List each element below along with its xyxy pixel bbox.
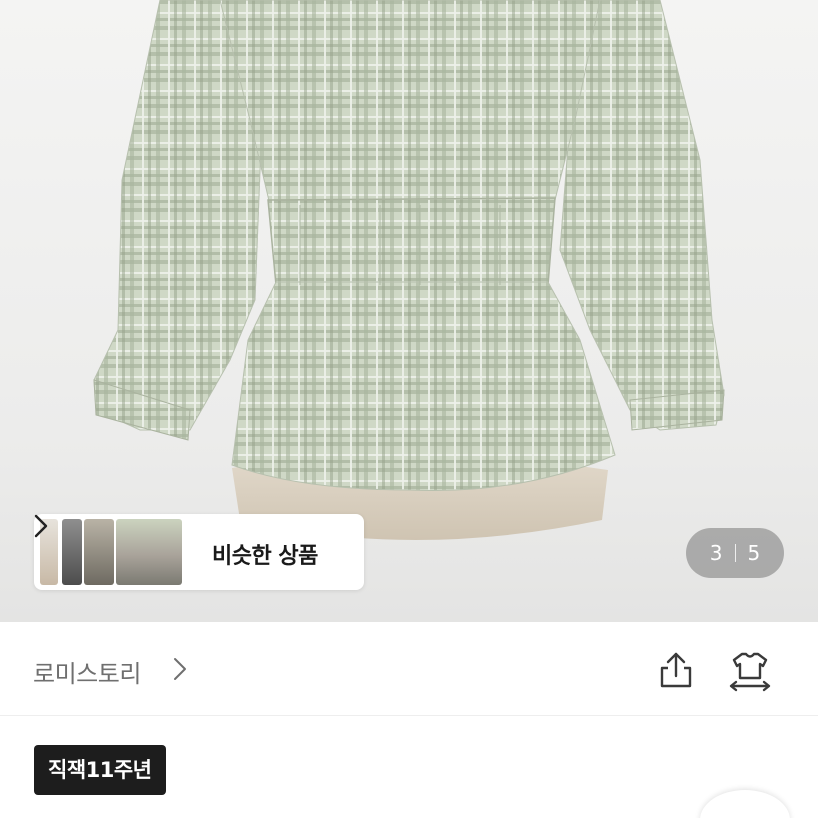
pager-total: 5 — [747, 541, 761, 565]
thumbnail-image — [84, 519, 114, 585]
shop-row: 로미스토리 — [0, 622, 818, 716]
image-pager: 3 5 — [686, 528, 784, 578]
thumbnail-image — [116, 519, 182, 585]
pager-current: 3 — [709, 541, 723, 565]
share-icon[interactable] — [654, 648, 698, 692]
promo-badge: 직잭11주년 — [34, 745, 166, 795]
similar-products-button[interactable]: 비슷한 상품 — [34, 514, 364, 590]
pager-divider — [734, 544, 736, 562]
floating-button-peek[interactable] — [700, 790, 790, 818]
thumbnail-image — [62, 519, 82, 585]
similar-products-thumbnails — [40, 519, 182, 585]
size-compare-icon[interactable] — [726, 648, 774, 692]
similar-products-label: 비슷한 상품 — [212, 544, 318, 569]
shop-name-link[interactable]: 로미스토리 — [33, 654, 141, 689]
product-image[interactable]: 비슷한 상품 3 5 — [0, 0, 818, 622]
chevron-right-icon — [34, 514, 48, 538]
chevron-right-icon[interactable] — [173, 656, 187, 682]
